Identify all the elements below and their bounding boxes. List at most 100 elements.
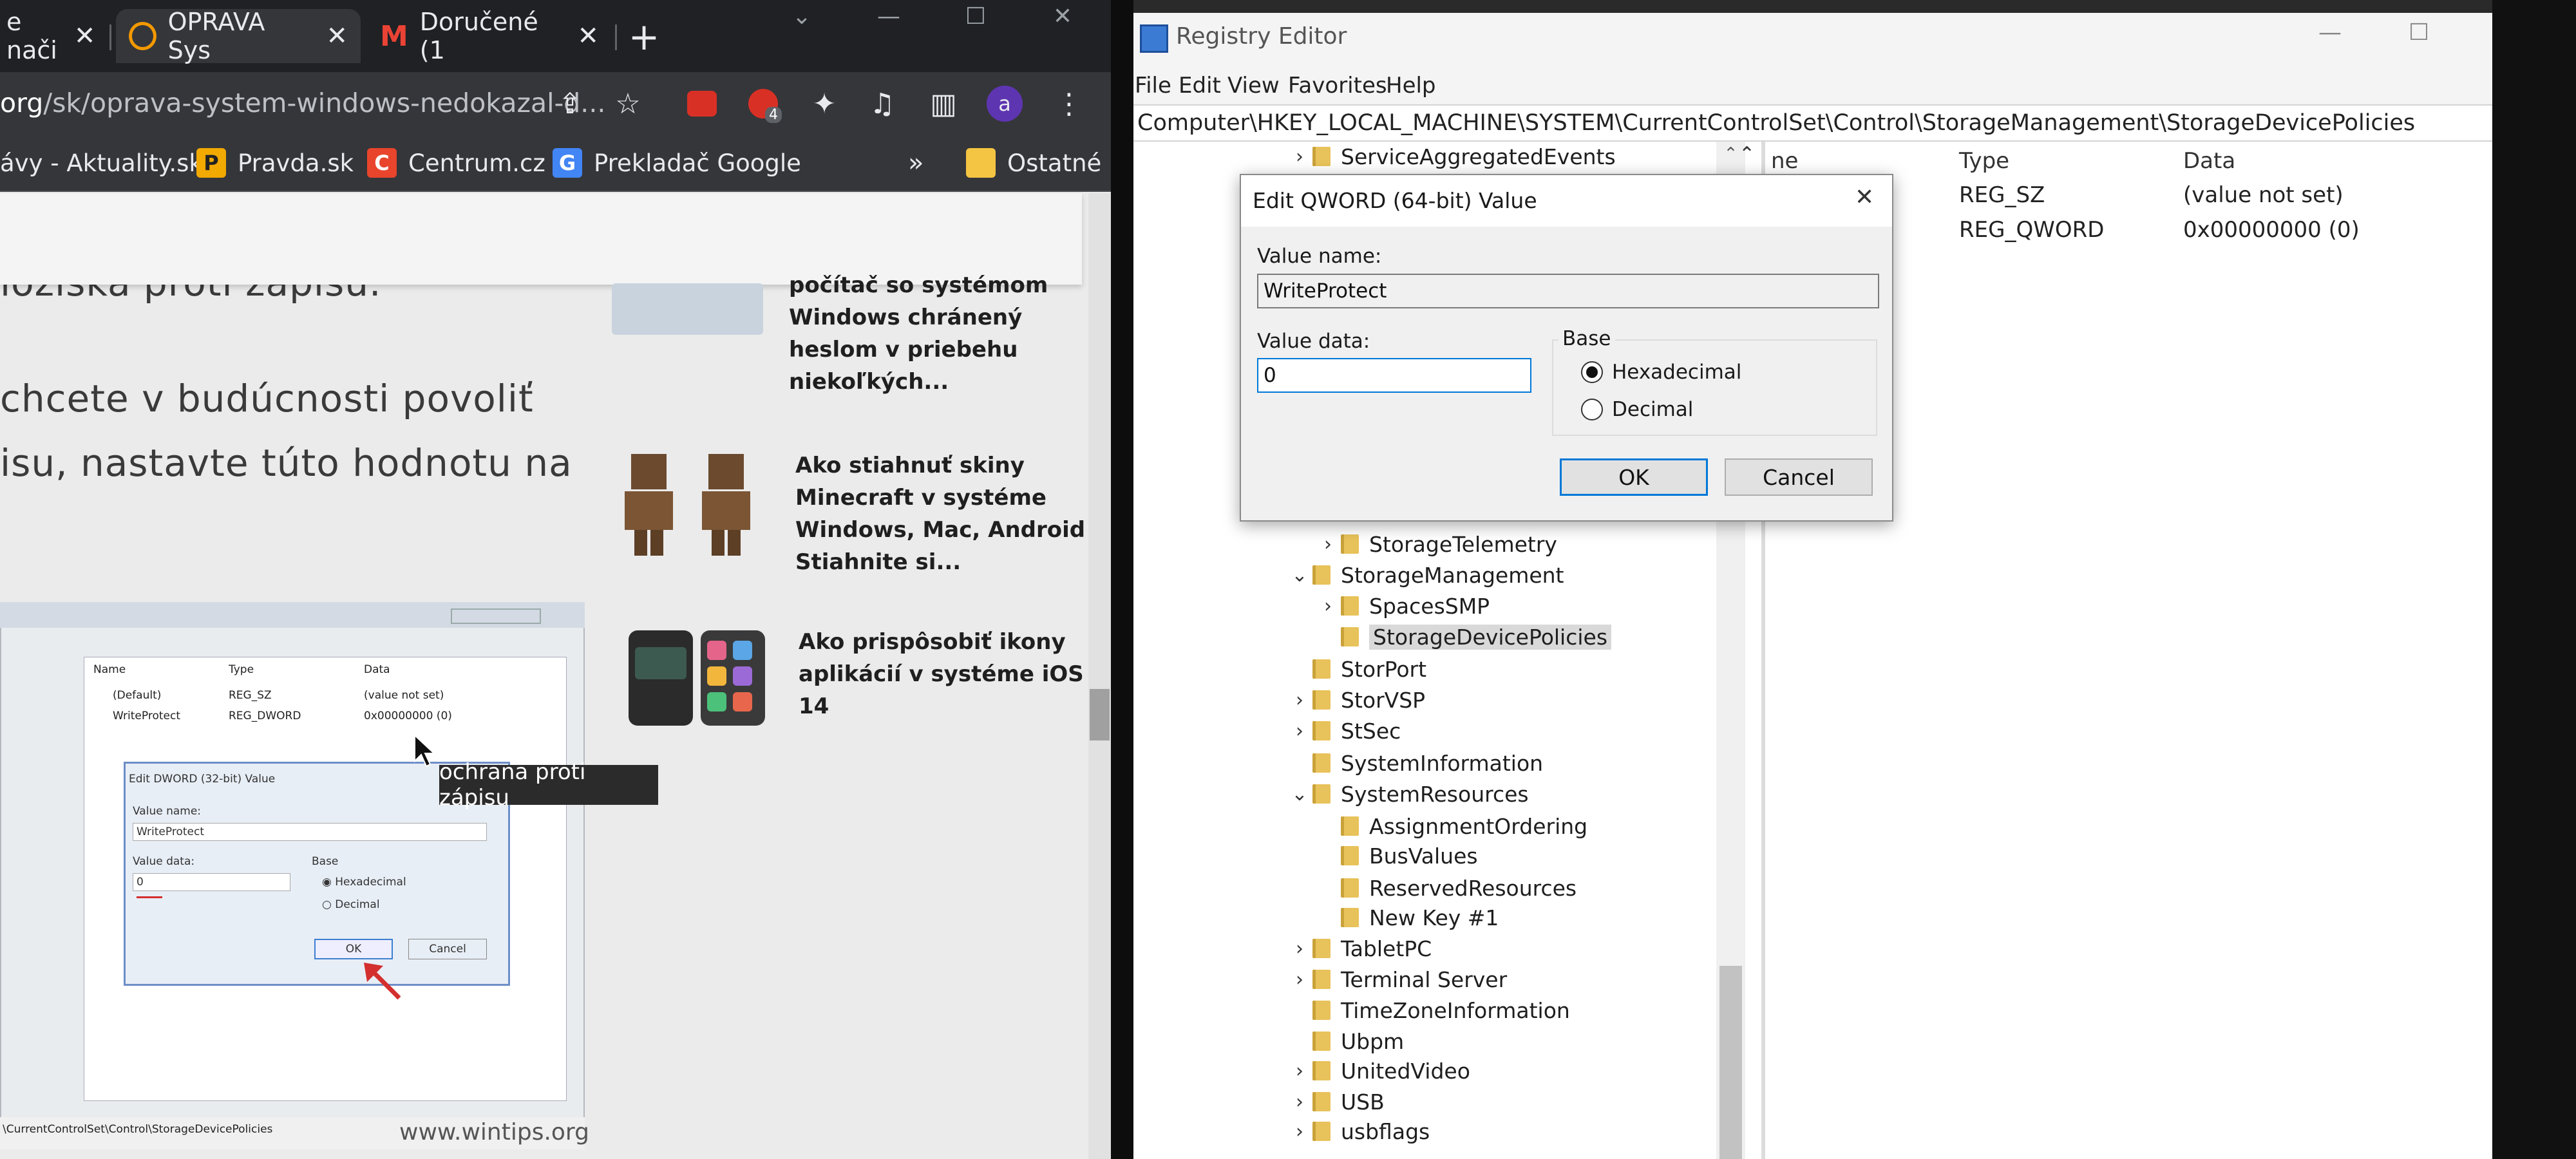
close-window-icon[interactable]: ✕ <box>1037 0 1088 32</box>
menu-file[interactable]: File <box>1135 70 1171 102</box>
article-thumbnail[interactable] <box>612 283 763 335</box>
bookmark-translate[interactable]: G Prekladač Google <box>553 142 801 184</box>
value-data-input[interactable]: 0 <box>1257 358 1531 393</box>
screenshot-label: Value data: <box>133 855 195 868</box>
page-scrollbar-thumb[interactable] <box>1090 689 1110 740</box>
bookmarks-overflow-chevron[interactable]: » <box>908 142 923 184</box>
close-icon[interactable]: ✕ <box>577 21 599 51</box>
close-icon[interactable]: ✕ <box>326 21 348 51</box>
chevron-down-icon[interactable]: ⌄ <box>1287 783 1312 806</box>
chevron-right-icon[interactable]: › <box>1287 720 1312 742</box>
screenshot-ok-button: OK <box>314 939 393 959</box>
extensions-puzzle-icon[interactable]: ✦ <box>802 81 847 126</box>
sidebar-title-line: aplikácií v systéme iOS <box>799 661 1084 687</box>
chevron-right-icon[interactable]: › <box>1287 1091 1312 1113</box>
red-underline <box>137 896 162 898</box>
tree-node-label: ReservedResources <box>1369 875 1577 901</box>
tree-node[interactable]: › UnitedVideo <box>1287 1056 1470 1086</box>
tree-node[interactable]: › StorageTelemetry <box>1315 529 1557 559</box>
chevron-down-icon[interactable]: ⌄ <box>1287 564 1312 587</box>
value-data[interactable]: (value not set) <box>2183 179 2344 211</box>
sidebar-article-1[interactable]: počítač so systémom Windows chránený hes… <box>789 269 1048 398</box>
cancel-button[interactable]: Cancel <box>1725 458 1873 496</box>
extension-shield-icon[interactable]: 4 <box>741 81 786 126</box>
tree-node[interactable]: TimeZoneInformation <box>1287 995 1570 1025</box>
sidebar-article-3[interactable]: Ako prispôsobiť ikony aplikácií v systém… <box>799 626 1084 722</box>
close-icon[interactable]: ✕ <box>74 21 96 51</box>
menu-edit[interactable]: Edit <box>1179 70 1221 102</box>
tree-node[interactable]: AssignmentOrdering <box>1315 811 1587 841</box>
column-type[interactable]: Type <box>1959 147 2009 175</box>
tab-gmail[interactable]: M Doručené (1 ✕ <box>367 8 612 64</box>
dialog-close-icon[interactable]: ✕ <box>1855 184 1874 211</box>
tree-node[interactable]: StorageDevicePolicies <box>1315 622 1612 652</box>
media-control-icon[interactable]: ♫ <box>860 81 905 126</box>
radio-unselected-icon[interactable] <box>1581 399 1603 420</box>
more-menu-icon[interactable]: ⋮ <box>1046 81 1092 126</box>
tree-node[interactable]: StorPort <box>1287 654 1426 684</box>
minimize-icon[interactable]: — <box>2318 19 2342 46</box>
tab-search-icon[interactable]: ⌄ <box>776 0 828 32</box>
tree-node[interactable]: Ubpm <box>1287 1026 1404 1056</box>
tree-node[interactable]: ⌄ SystemResources <box>1287 779 1528 809</box>
bookmark-pravda[interactable]: P Pravda.sk <box>196 142 354 184</box>
bookmark-aktuality[interactable]: ávy - Aktuality.sk <box>0 142 203 184</box>
tree-node[interactable]: › StorVSP <box>1287 685 1425 715</box>
value-type[interactable]: REG_SZ <box>1959 179 2045 211</box>
tree-node[interactable]: › Terminal Server <box>1287 965 1507 994</box>
bookmark-folder-ostatne[interactable]: Ostatné <box>966 142 1101 184</box>
folder-icon <box>1312 1061 1331 1080</box>
minecraft-skin-thumbnail[interactable] <box>618 448 770 557</box>
chevron-right-icon[interactable]: › <box>1287 689 1312 711</box>
tree-node[interactable]: › SpacesSMP <box>1315 591 1490 621</box>
maximize-icon[interactable]: ☐ <box>950 0 1001 32</box>
value-name-field[interactable]: WriteProtect <box>1257 274 1879 308</box>
tree-node[interactable]: New Key #1 <box>1315 903 1499 932</box>
side-panel-icon[interactable]: ▥ <box>921 81 966 126</box>
radio-decimal[interactable]: Decimal <box>1581 398 1693 421</box>
tree-node[interactable]: › StSec <box>1287 716 1401 746</box>
bookmark-centrum[interactable]: C Centrum.cz <box>367 142 545 184</box>
minimize-icon[interactable]: — <box>863 0 914 32</box>
menu-help[interactable]: Help <box>1386 70 1436 102</box>
tree-node[interactable]: BusValues <box>1315 841 1478 871</box>
tab-oprava[interactable]: OPRAVA Sys ✕ <box>116 8 361 64</box>
tree-node[interactable]: › TabletPC <box>1287 934 1432 963</box>
value-type[interactable]: REG_QWORD <box>1959 214 2104 246</box>
sidebar-article-2[interactable]: Ako stiahnuť skiny Minecraft v systéme W… <box>795 449 1085 578</box>
chevron-right-icon[interactable]: › <box>1287 938 1312 960</box>
tree-node[interactable]: › usbflags <box>1287 1117 1430 1146</box>
chevron-right-icon[interactable]: › <box>1315 595 1341 617</box>
value-data[interactable]: 0x00000000 (0) <box>2183 214 2360 246</box>
chevron-right-icon[interactable]: › <box>1287 1120 1312 1143</box>
chevron-right-icon[interactable]: › <box>1287 146 1312 168</box>
extension-red-icon[interactable] <box>679 81 724 126</box>
tree-scrollbar-thumb[interactable] <box>1719 966 1742 1159</box>
new-tab-button[interactable]: + <box>621 14 667 59</box>
chevron-right-icon[interactable]: › <box>1287 1060 1312 1082</box>
tab-news[interactable]: e nači ✕ <box>0 8 103 64</box>
address-bar[interactable]: org/sk/oprava-system-windows-nedokazal-d… <box>0 85 605 121</box>
radio-hexadecimal[interactable]: Hexadecimal <box>1581 361 1741 384</box>
ok-button[interactable]: OK <box>1560 458 1708 496</box>
tree-node[interactable]: SystemInformation <box>1287 748 1543 778</box>
tree-node[interactable]: ⌄ StorageManagement <box>1287 560 1564 590</box>
page-scrollbar[interactable] <box>1088 193 1111 1159</box>
chevron-up-icon[interactable]: ⌃ <box>1739 143 1755 165</box>
chevron-right-icon[interactable]: › <box>1287 968 1312 991</box>
menu-view[interactable]: View <box>1227 70 1280 102</box>
bookmark-star-icon[interactable]: ☆ <box>605 81 650 126</box>
chevron-right-icon[interactable]: › <box>1315 533 1341 556</box>
radio-selected-icon[interactable] <box>1581 361 1603 383</box>
profile-avatar[interactable]: a <box>982 81 1027 126</box>
tree-node[interactable]: › ServiceAggregatedEvents <box>1287 142 1616 171</box>
column-name[interactable]: ne <box>1771 147 1798 175</box>
share-icon[interactable]: ⇪ <box>547 81 592 126</box>
ios-icons-thumbnail[interactable] <box>623 628 772 726</box>
column-data[interactable]: Data <box>2183 147 2235 175</box>
menu-favorites[interactable]: Favorites <box>1288 70 1387 102</box>
maximize-icon[interactable]: ☐ <box>2409 19 2429 46</box>
folder-icon <box>1312 1122 1331 1141</box>
tree-node[interactable]: ReservedResources <box>1315 873 1577 903</box>
tree-node[interactable]: › USB <box>1287 1087 1385 1117</box>
